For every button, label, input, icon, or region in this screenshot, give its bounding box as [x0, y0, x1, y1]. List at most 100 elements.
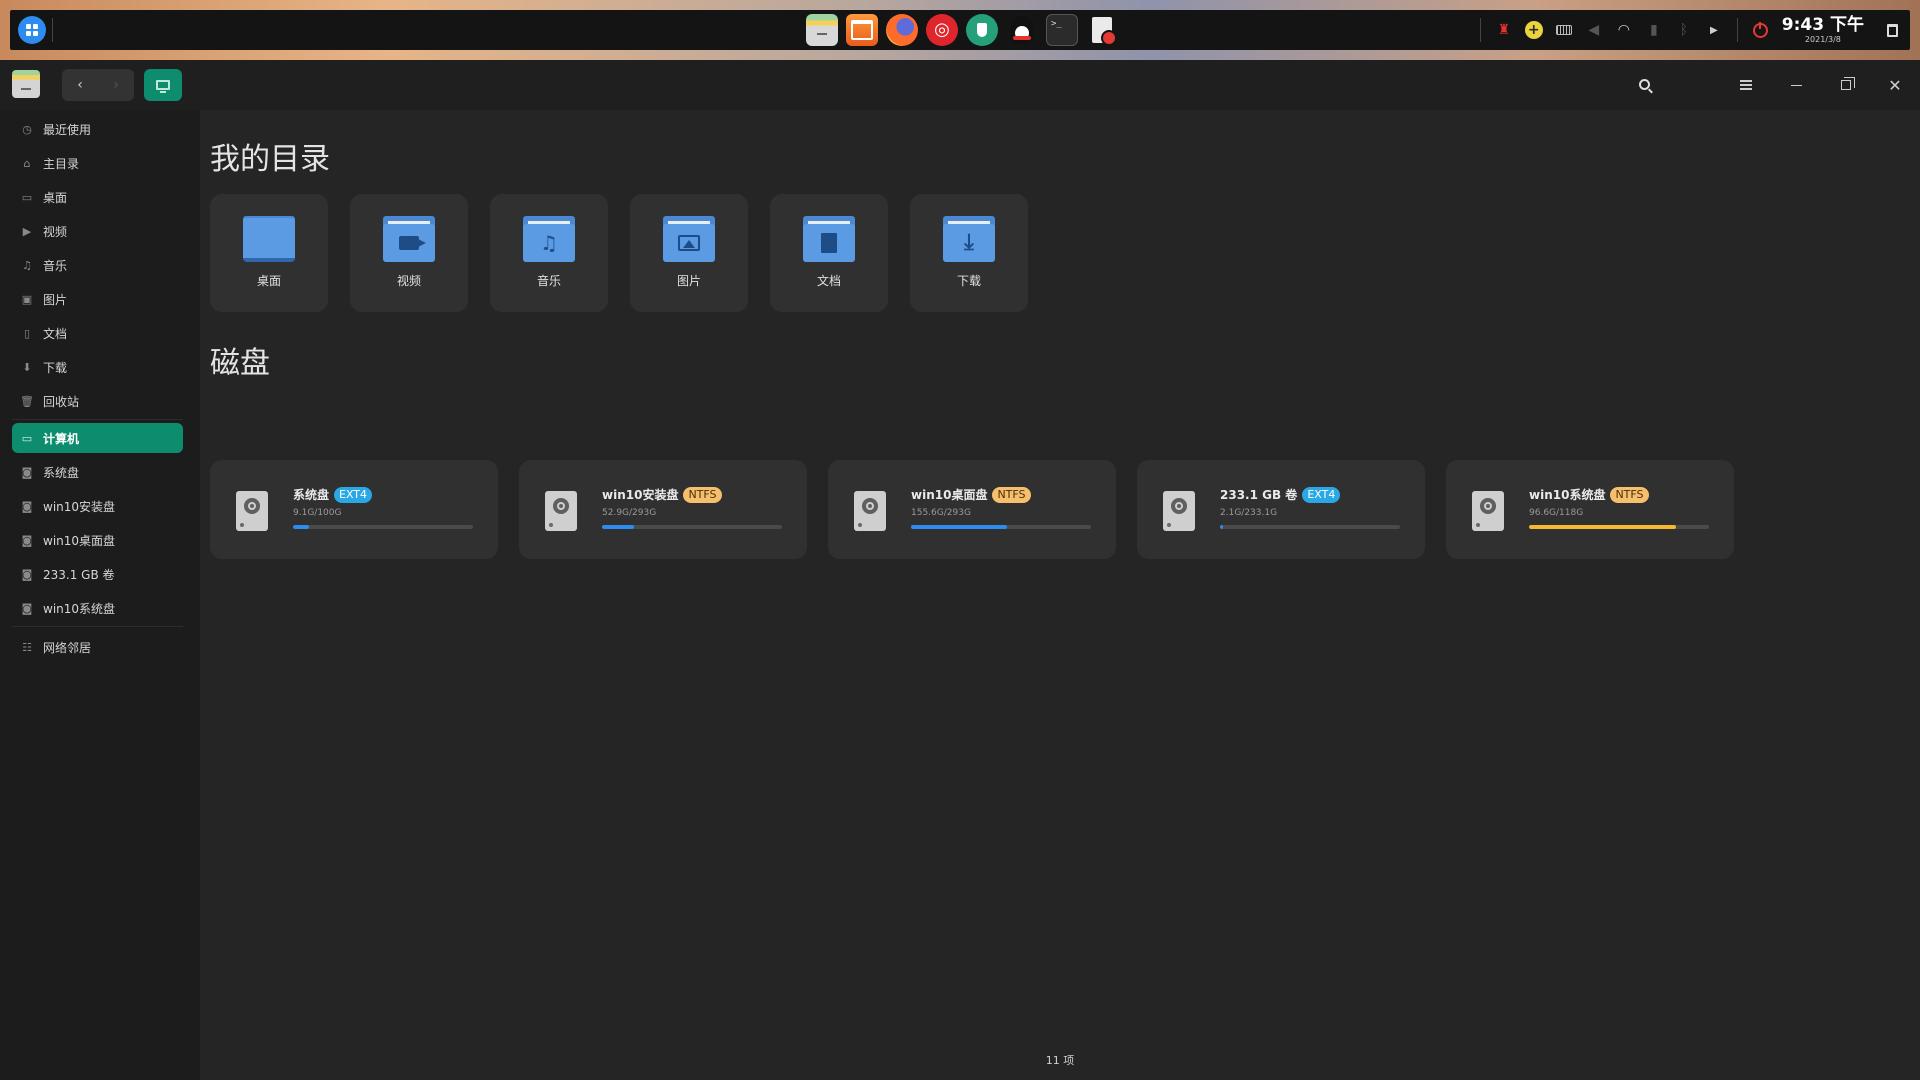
- dir-tile-desktop[interactable]: 桌面: [210, 194, 328, 312]
- disk-usage-bar: [1220, 525, 1400, 529]
- sidebar-item-label: 网络邻居: [43, 640, 92, 655]
- bluetooth-icon[interactable]: ᛒ: [1669, 10, 1699, 50]
- filesystem-badge: NTFS: [1610, 486, 1649, 503]
- filesystem-badge: NTFS: [683, 486, 722, 503]
- item-count-status: 11 项: [1045, 1054, 1075, 1067]
- disk-card-win10-system[interactable]: win10系统盘 NTFS 96.6G/118G: [1446, 460, 1734, 559]
- hard-drive-icon: [545, 491, 577, 531]
- filesystem-badge: EXT4: [334, 486, 373, 503]
- disk-card-win10-install[interactable]: win10安装盘 NTFS 52.9G/293G: [519, 460, 807, 559]
- sidebar-item-pictures[interactable]: ▣ 图片: [12, 284, 183, 314]
- sidebar-item-trash[interactable]: 🗑 回收站: [12, 386, 183, 416]
- forward-button[interactable]: ›: [98, 69, 134, 101]
- sidebar-item-downloads[interactable]: ⬇ 下载: [12, 352, 183, 382]
- breadcrumb-computer-button[interactable]: [144, 69, 182, 101]
- my-directories-title: 我的目录: [210, 142, 330, 177]
- sidebar-item-win10-desktop-disk[interactable]: ◙ win10桌面盘: [12, 525, 183, 555]
- main-menu-button[interactable]: [1733, 72, 1759, 98]
- dir-label: 视频: [396, 274, 421, 288]
- wifi-icon[interactable]: ◠: [1609, 10, 1639, 50]
- disk-usage-text: 155.6G/293G: [911, 508, 971, 518]
- disk-card-win10-desktop[interactable]: win10桌面盘 NTFS 155.6G/293G: [828, 460, 1116, 559]
- restore-icon: [1841, 77, 1855, 90]
- close-button[interactable]: ✕: [1882, 72, 1908, 98]
- sidebar-item-label: 系统盘: [43, 465, 80, 480]
- main-content: 我的目录 桌面 视频 ♫ 音乐 图片 文档 ⤓ 下载 磁盘 系统盘 EXT4 9…: [200, 110, 1920, 1080]
- sidebar-item-computer[interactable]: ▭ 计算机: [12, 423, 183, 453]
- sidebar-item-music[interactable]: ♫ 音乐: [12, 250, 183, 280]
- sidebar-item-win10-install-disk[interactable]: ◙ win10安装盘: [12, 491, 183, 521]
- launcher-button[interactable]: [18, 16, 46, 44]
- dir-tile-downloads[interactable]: ⤓ 下载: [910, 194, 1028, 312]
- minimize-button[interactable]: [1783, 72, 1809, 98]
- tray-expand-icon[interactable]: ▶: [1699, 10, 1729, 50]
- sidebar-item-233gb-volume[interactable]: ◙ 233.1 GB 卷: [12, 559, 183, 589]
- drive-icon: ◙: [21, 601, 33, 615]
- sidebar-divider: [12, 626, 183, 627]
- disk-usage-fill: [293, 525, 310, 529]
- disk-card-233gb-volume[interactable]: 233.1 GB 卷 EXT4 2.1G/233.1G: [1137, 460, 1425, 559]
- disk-name: win10安装盘 NTFS: [602, 486, 722, 503]
- hard-drive-icon: [854, 491, 886, 531]
- sidebar-item-label: win10桌面盘: [43, 533, 116, 548]
- dock-firefox-icon[interactable]: [886, 14, 918, 46]
- dir-tile-documents[interactable]: 文档: [770, 194, 888, 312]
- battery-icon[interactable]: ▮: [1639, 10, 1669, 50]
- volume-icon[interactable]: ◀: [1579, 10, 1609, 50]
- filesystem-badge: NTFS: [992, 486, 1031, 503]
- maximize-button[interactable]: [1833, 72, 1859, 98]
- dock-netease-music-icon[interactable]: [926, 14, 958, 46]
- disk-usage-fill: [1529, 525, 1677, 529]
- dir-tile-pictures[interactable]: 图片: [630, 194, 748, 312]
- sidebar-item-system-disk[interactable]: ◙ 系统盘: [12, 457, 183, 487]
- keyboard-icon[interactable]: [1549, 10, 1579, 50]
- launcher-grid-icon: [26, 24, 38, 36]
- dock-dev-tool-icon[interactable]: [966, 14, 998, 46]
- sidebar-item-desktop[interactable]: ▭ 桌面: [12, 182, 183, 212]
- drive-icon: ◙: [21, 499, 33, 513]
- dock-terminal-icon[interactable]: [1046, 14, 1078, 46]
- sidebar-item-label: 桌面: [43, 190, 68, 205]
- tray-divider: [1736, 18, 1738, 42]
- dir-label: 图片: [676, 274, 701, 288]
- sidebar-item-home[interactable]: ⌂ 主目录: [12, 148, 183, 178]
- disk-name: win10桌面盘 NTFS: [911, 486, 1031, 503]
- sidebar-item-recent[interactable]: ◷ 最近使用: [12, 114, 183, 144]
- sidebar-item-label: 回收站: [43, 394, 80, 409]
- sidebar-item-documents[interactable]: ▯ 文档: [12, 318, 183, 348]
- disk-usage-text: 9.1G/100G: [293, 508, 342, 518]
- close-icon: ✕: [1888, 75, 1902, 95]
- search-button[interactable]: [1632, 72, 1658, 98]
- disk-name: 233.1 GB 卷 EXT4: [1220, 486, 1341, 503]
- back-button[interactable]: ‹: [62, 69, 98, 101]
- dock-qq-icon[interactable]: [1006, 14, 1038, 46]
- dock-document-editor-icon[interactable]: [1086, 14, 1118, 46]
- power-icon[interactable]: [1746, 10, 1776, 50]
- sidebar-item-label: 下载: [43, 360, 68, 375]
- computer-icon: ▭: [21, 431, 33, 445]
- dir-label: 桌面: [256, 274, 281, 288]
- sidebar-item-win10-system-disk[interactable]: ◙ win10系统盘: [12, 593, 183, 623]
- sidebar-item-network[interactable]: ☷ 网络邻居: [12, 632, 183, 662]
- dock-app-list: [806, 14, 1118, 46]
- trash-icon[interactable]: [1874, 10, 1910, 50]
- sidebar-item-label: 最近使用: [43, 122, 92, 137]
- dock-file-manager-icon[interactable]: [806, 14, 838, 46]
- tray-plus-icon[interactable]: +: [1519, 10, 1549, 50]
- hard-drive-icon: [1472, 491, 1504, 531]
- dir-tile-videos[interactable]: 视频: [350, 194, 468, 312]
- dir-tile-music[interactable]: ♫ 音乐: [490, 194, 608, 312]
- download-icon: ⬇: [22, 360, 32, 374]
- sidebar-item-videos[interactable]: ▶ 视频: [12, 216, 183, 246]
- video-folder-icon: [383, 216, 435, 262]
- music-icon: ♫: [22, 258, 32, 272]
- computer-icon: [156, 80, 170, 93]
- clock[interactable]: 9:43 下午 2021/3/8: [1776, 16, 1874, 44]
- disk-usage-fill: [602, 525, 635, 529]
- tray-app-icon[interactable]: ♜: [1489, 10, 1519, 50]
- disk-card-system[interactable]: 系统盘 EXT4 9.1G/100G: [210, 460, 498, 559]
- clock-icon: ◷: [22, 122, 32, 136]
- dock-app-store-icon[interactable]: [846, 14, 878, 46]
- disk-name: win10系统盘 NTFS: [1529, 486, 1649, 503]
- home-icon: ⌂: [23, 156, 31, 170]
